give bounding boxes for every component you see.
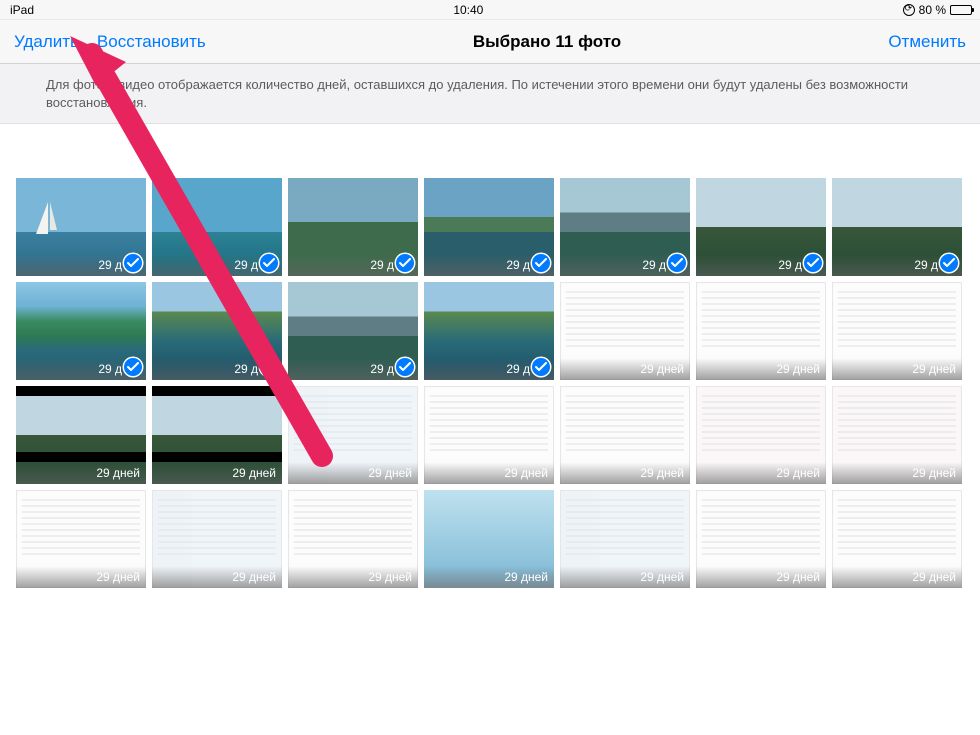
battery-pct: 80 % — [919, 3, 946, 17]
photo-thumbnail[interactable]: 29 д — [832, 178, 962, 276]
photo-thumbnail[interactable]: 29 дней — [832, 282, 962, 380]
days-remaining: 29 дней — [696, 462, 826, 484]
info-banner: Для фото и видео отображается количество… — [0, 64, 980, 124]
photo-thumbnail[interactable]: 29 дней — [560, 282, 690, 380]
selection-checkmark-icon — [124, 358, 142, 376]
status-bar: iPad 10:40 80 % — [0, 0, 980, 20]
photo-thumbnail[interactable]: 29 дней — [832, 386, 962, 484]
days-remaining: 29 дней — [16, 566, 146, 588]
photo-thumbnail[interactable]: 29 дней — [16, 490, 146, 588]
photo-thumbnail[interactable]: 29 д — [560, 178, 690, 276]
selection-checkmark-icon — [260, 254, 278, 272]
rotation-lock-icon — [903, 4, 915, 16]
status-right: 80 % — [903, 3, 972, 17]
days-remaining: 29 дней — [832, 462, 962, 484]
photo-thumbnail[interactable]: 29 дней — [288, 386, 418, 484]
selection-checkmark-icon — [940, 254, 958, 272]
photo-thumbnail[interactable]: 29 д — [288, 282, 418, 380]
photo-thumbnail[interactable]: 29 д — [16, 178, 146, 276]
days-remaining: 29 дней — [288, 462, 418, 484]
device-name: iPad — [8, 3, 34, 17]
photo-thumbnail[interactable]: 29 дней — [696, 490, 826, 588]
photo-thumbnail[interactable]: 29 д — [152, 178, 282, 276]
photo-thumbnail[interactable]: 29 дней — [696, 282, 826, 380]
photo-grid: 29 д29 д29 д29 д29 д29 д29 д29 д29 д29 д… — [0, 124, 980, 588]
photo-thumbnail[interactable]: 29 дней — [560, 490, 690, 588]
days-remaining: 29 дней — [152, 566, 282, 588]
days-remaining: 29 дней — [424, 462, 554, 484]
days-remaining: 29 дней — [832, 358, 962, 380]
photo-thumbnail[interactable]: 29 д — [424, 282, 554, 380]
photo-thumbnail[interactable]: 29 д — [288, 178, 418, 276]
photo-thumbnail[interactable]: 29 дней — [152, 386, 282, 484]
days-remaining: 29 дней — [560, 358, 690, 380]
days-remaining: 29 дней — [696, 566, 826, 588]
selection-checkmark-icon — [532, 254, 550, 272]
photo-thumbnail[interactable]: 29 дней — [832, 490, 962, 588]
photo-thumbnail[interactable]: 29 д — [152, 282, 282, 380]
selection-checkmark-icon — [396, 254, 414, 272]
selection-checkmark-icon — [124, 254, 142, 272]
days-remaining: 29 дней — [560, 462, 690, 484]
nav-bar: Удалить Восстановить Выбрано 11 фото Отм… — [0, 20, 980, 64]
recover-button[interactable]: Восстановить — [97, 32, 206, 52]
photo-thumbnail[interactable]: 29 дней — [424, 490, 554, 588]
delete-button[interactable]: Удалить — [14, 32, 79, 52]
photo-thumbnail[interactable]: 29 д — [424, 178, 554, 276]
photo-thumbnail[interactable]: 29 д — [16, 282, 146, 380]
selection-checkmark-icon — [804, 254, 822, 272]
selection-checkmark-icon — [396, 358, 414, 376]
photo-thumbnail[interactable]: 29 д — [696, 178, 826, 276]
days-remaining: 29 дней — [16, 462, 146, 484]
photo-thumbnail[interactable]: 29 дней — [560, 386, 690, 484]
days-remaining: 29 дней — [288, 566, 418, 588]
clock: 10:40 — [34, 3, 903, 17]
photo-thumbnail[interactable]: 29 дней — [696, 386, 826, 484]
selection-checkmark-icon — [532, 358, 550, 376]
days-remaining: 29 дней — [832, 566, 962, 588]
days-remaining: 29 дней — [424, 566, 554, 588]
photo-thumbnail[interactable]: 29 дней — [16, 386, 146, 484]
battery-icon — [950, 5, 972, 15]
days-remaining: 29 дней — [560, 566, 690, 588]
cancel-button[interactable]: Отменить — [888, 32, 966, 52]
page-title: Выбрано 11 фото — [206, 32, 889, 52]
selection-checkmark-icon — [260, 358, 278, 376]
photo-thumbnail[interactable]: 29 дней — [152, 490, 282, 588]
selection-checkmark-icon — [668, 254, 686, 272]
days-remaining: 29 дней — [696, 358, 826, 380]
days-remaining: 29 дней — [152, 462, 282, 484]
photo-thumbnail[interactable]: 29 дней — [288, 490, 418, 588]
photo-thumbnail[interactable]: 29 дней — [424, 386, 554, 484]
